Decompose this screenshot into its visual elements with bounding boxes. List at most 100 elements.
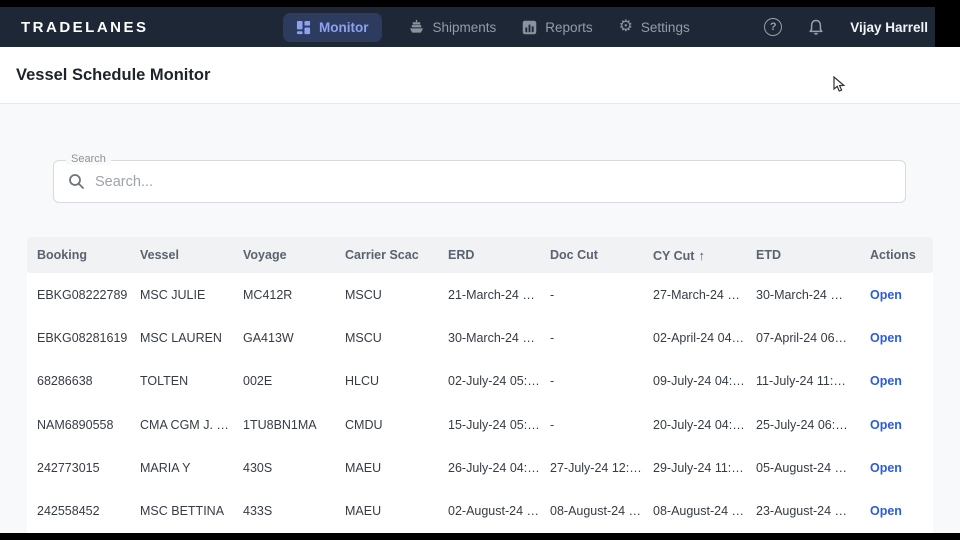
- cell-erd: 02-July-24 05:…: [448, 374, 540, 389]
- open-link[interactable]: Open: [870, 374, 930, 388]
- letterbox-bottom: [0, 533, 960, 540]
- cell-carrier-scac: MSCU: [345, 330, 382, 345]
- nav-item-label: Shipments: [432, 19, 497, 35]
- vessel-schedule-table: Booking Vessel Voyage Carrier Scac ERD D…: [27, 237, 933, 533]
- cell-cy-cut: 20-July-24 04:…: [653, 417, 745, 432]
- cell-cy-cut: 08-August-24 …: [653, 504, 745, 519]
- cell-etd: 11-July-24 11:…: [756, 374, 846, 389]
- cell-etd: 25-July-24 06:…: [756, 417, 848, 432]
- cell-vessel: MSC JULIE: [140, 287, 206, 302]
- cell-erd: 30-March-24 …: [448, 330, 535, 345]
- letterbox-top: [0, 0, 960, 7]
- cell-etd: 05-August-24 …: [756, 460, 848, 475]
- bell-icon[interactable]: [808, 19, 824, 36]
- nav-item-label: Settings: [640, 19, 690, 35]
- cell-booking: EBKG08222789: [37, 287, 128, 302]
- cell-etd: 30-March-24 …: [756, 287, 843, 302]
- nav-item-monitor[interactable]: Monitor: [283, 12, 382, 42]
- table-row: EBKG08222789 MSC JULIE MC412R MSCU 21-Ma…: [27, 273, 933, 317]
- cell-vessel: MSC BETTINA: [140, 504, 225, 519]
- nav-right-actions: ? Vijay Harrell: [764, 7, 928, 47]
- cell-carrier-scac: MAEU: [345, 460, 382, 475]
- column-header-voyage[interactable]: Voyage: [243, 248, 345, 262]
- column-header-booking[interactable]: Booking: [37, 248, 140, 262]
- cell-voyage: 1TU8BN1MA: [243, 417, 317, 432]
- column-header-vessel[interactable]: Vessel: [140, 248, 243, 262]
- help-icon[interactable]: ?: [764, 18, 783, 36]
- cell-cy-cut: 09-July-24 04:…: [653, 374, 745, 389]
- search-input[interactable]: [95, 173, 891, 190]
- column-header-erd[interactable]: ERD: [448, 248, 550, 262]
- column-header-etd[interactable]: ETD: [756, 248, 870, 262]
- app-window: TRADELANES Monitor Shipments Reports ⚙ S…: [0, 0, 960, 540]
- cell-cy-cut: 02-April-24 04…: [653, 330, 745, 345]
- cell-erd: 21-March-24 …: [448, 287, 535, 302]
- cell-erd: 02-August-24 …: [448, 504, 540, 519]
- cell-erd: 26-July-24 04:…: [448, 460, 540, 475]
- open-link[interactable]: Open: [870, 461, 930, 475]
- top-navbar: TRADELANES Monitor Shipments Reports ⚙ S…: [0, 7, 960, 47]
- nav-item-label: Monitor: [319, 19, 369, 35]
- cell-carrier-scac: MAEU: [345, 504, 382, 519]
- cell-carrier-scac: CMDU: [345, 417, 383, 432]
- cell-voyage: GA413W: [243, 330, 294, 345]
- open-link[interactable]: Open: [870, 288, 930, 302]
- cell-booking: 68286638: [37, 374, 93, 389]
- cell-voyage: 430S: [243, 460, 273, 475]
- cell-erd: 15-July-24 05:…: [448, 417, 540, 432]
- table-row: EBKG08281619 MSC LAUREN GA413W MSCU 30-M…: [27, 316, 933, 360]
- page-title: Vessel Schedule Monitor: [16, 66, 211, 84]
- table-row: NAM6890558 CMA CGM J. … 1TU8BN1MA CMDU 1…: [27, 402, 933, 447]
- search-field: Search: [53, 153, 906, 203]
- cell-carrier-scac: HLCU: [345, 374, 380, 389]
- cell-booking: 242558452: [37, 504, 100, 519]
- table-row: 68286638 TOLTEN 002E HLCU 02-July-24 05:…: [27, 359, 933, 403]
- open-link[interactable]: Open: [870, 331, 930, 345]
- cell-vessel: MARIA Y: [140, 460, 191, 475]
- cell-vessel: MSC LAUREN: [140, 330, 222, 345]
- user-menu[interactable]: Vijay Harrell: [850, 20, 928, 35]
- cell-cy-cut: 29-July-24 11:…: [653, 460, 744, 475]
- column-header-cy-cut[interactable]: CY Cut ↑: [653, 248, 756, 263]
- cell-voyage: 002E: [243, 374, 273, 389]
- search-field-label: Search: [66, 153, 111, 165]
- gear-icon: ⚙: [618, 18, 633, 35]
- cell-voyage: MC412R: [243, 287, 293, 302]
- cell-booking: NAM6890558: [37, 417, 114, 432]
- nav-item-reports[interactable]: Reports: [522, 19, 593, 35]
- column-header-carrier-scac[interactable]: Carrier Scac: [345, 248, 448, 262]
- nav-item-settings[interactable]: ⚙ Settings: [619, 19, 690, 35]
- table-row: 242558452 MSC BETTINA 433S MAEU 02-Augus…: [27, 489, 933, 533]
- open-link[interactable]: Open: [870, 504, 930, 518]
- cell-doc-cut: 08-August-24 …: [550, 504, 642, 519]
- letterbox-corner: [935, 0, 960, 47]
- nav-tabs: Monitor Shipments Reports ⚙ Settings: [283, 7, 690, 47]
- cell-doc-cut: -: [550, 374, 555, 389]
- open-link[interactable]: Open: [870, 418, 930, 432]
- cell-booking: 242773015: [37, 460, 100, 475]
- cell-etd: 23-August-24 …: [756, 504, 848, 519]
- table-header-row: Booking Vessel Voyage Carrier Scac ERD D…: [27, 237, 933, 273]
- dashboard-icon: [296, 20, 311, 35]
- column-header-cy-cut-label: CY Cut: [653, 248, 695, 263]
- page-header: Vessel Schedule Monitor: [0, 47, 960, 104]
- cell-etd: 07-April-24 06…: [756, 330, 848, 345]
- cell-vessel: CMA CGM J. …: [140, 417, 229, 432]
- bar-chart-icon: [522, 20, 537, 35]
- cell-doc-cut: -: [550, 287, 555, 302]
- cell-doc-cut: 27-July-24 12:…: [550, 460, 642, 475]
- ship-icon: [408, 19, 425, 35]
- nav-item-shipments[interactable]: Shipments: [408, 19, 497, 35]
- cell-voyage: 433S: [243, 504, 273, 519]
- search-icon: [68, 173, 85, 190]
- table-row: 242773015 MARIA Y 430S MAEU 26-July-24 0…: [27, 446, 933, 490]
- cell-cy-cut: 27-March-24 …: [653, 287, 740, 302]
- sort-ascending-icon: ↑: [698, 247, 705, 263]
- column-header-doc-cut[interactable]: Doc Cut: [550, 248, 653, 262]
- cell-booking: EBKG08281619: [37, 330, 128, 345]
- column-header-actions[interactable]: Actions: [870, 248, 930, 262]
- cell-carrier-scac: MSCU: [345, 287, 382, 302]
- brand-logo[interactable]: TRADELANES: [21, 7, 149, 47]
- nav-item-label: Reports: [545, 19, 593, 35]
- cell-vessel: TOLTEN: [140, 374, 189, 389]
